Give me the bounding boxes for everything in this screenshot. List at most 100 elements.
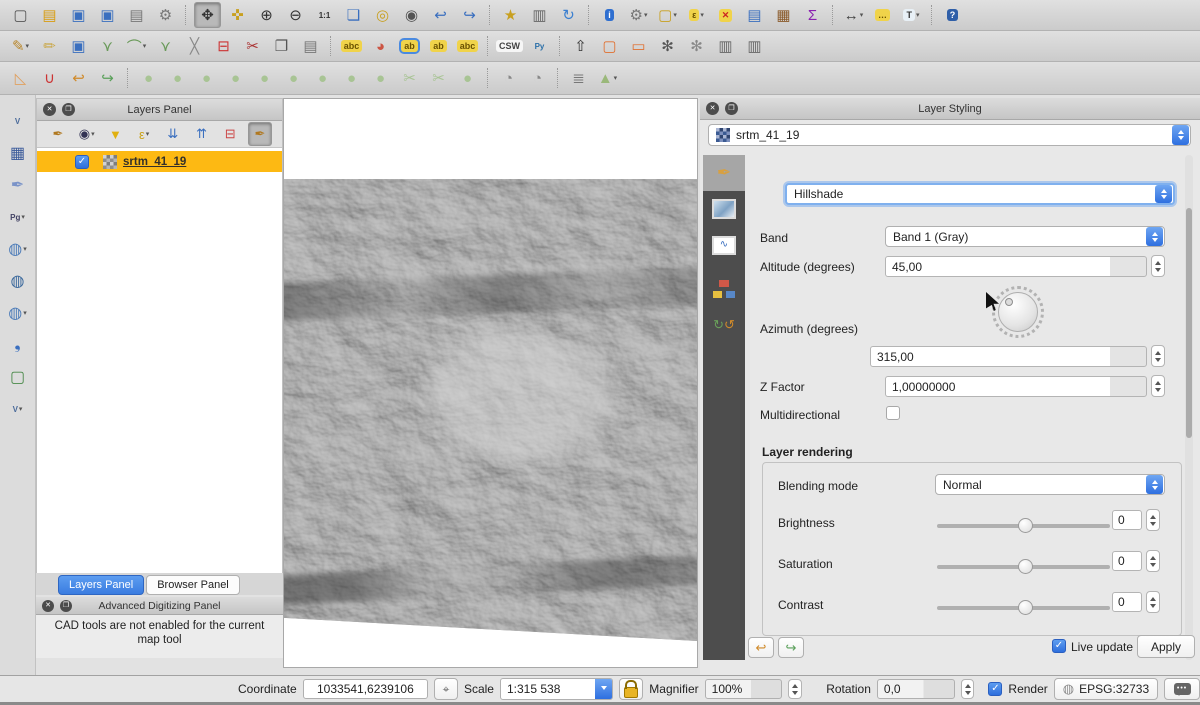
new-project-button[interactable]: ▢ — [8, 3, 33, 27]
render-checkbox[interactable]: ✓ — [988, 682, 1002, 696]
filter-by-expression-button[interactable]: ε▾ — [133, 123, 155, 145]
circular-digitize-button[interactable]: ⌒▾ — [124, 34, 149, 58]
altitude-stepper[interactable] — [1151, 255, 1165, 277]
python-console-button[interactable]: Py — [527, 34, 552, 58]
zoom-out-button[interactable]: ⊖ — [283, 3, 308, 27]
current-edits-button[interactable]: ✎▾ — [8, 34, 33, 58]
tab-histogram[interactable]: ∿ — [703, 227, 745, 263]
decorations-button[interactable]: ▲▾ — [595, 66, 620, 90]
close-icon[interactable]: ✕ — [706, 102, 719, 115]
styling-layer-select[interactable]: srtm_41_19 — [708, 124, 1191, 146]
add-wfs-layer-button[interactable]: ◍▾ — [5, 301, 30, 325]
annotation-arrow-button[interactable]: ⇧ — [568, 34, 593, 58]
add-raster-layer-button[interactable]: ▦ — [5, 141, 30, 165]
composer-manager-button[interactable]: ⚙ — [153, 3, 178, 27]
combo-spinner-icon[interactable] — [1146, 475, 1163, 494]
metasearch-csw-button[interactable]: CSW — [496, 34, 523, 58]
zoom-last-button[interactable]: ↩ — [428, 3, 453, 27]
toggle-editing-button[interactable]: ✏ — [37, 34, 62, 58]
form-annotation-button[interactable]: ▢ — [597, 34, 622, 58]
float-icon[interactable]: ❐ — [62, 103, 75, 116]
zfactor-stepper[interactable] — [1151, 375, 1165, 397]
add-virtual-layer-button[interactable]: ❟ — [5, 333, 30, 357]
zoom-native-button[interactable]: 1:1 — [312, 3, 337, 27]
crs-button[interactable]: ◍ EPSG:32733 — [1054, 678, 1158, 700]
live-update-checkbox[interactable]: ✓ — [1052, 639, 1066, 653]
zfactor-input[interactable]: 1,00000000 — [885, 376, 1147, 397]
open-layer-styling-button[interactable]: ✒ — [47, 123, 69, 145]
node-tool-button[interactable]: ╳ — [182, 34, 207, 58]
labeling-options-button[interactable]: ab — [397, 34, 422, 58]
redo-style-button[interactable]: ↪ — [778, 637, 804, 658]
measure-button[interactable]: ↔▾ — [841, 3, 866, 27]
contrast-value[interactable]: 0 — [1112, 592, 1142, 612]
filter-legend-button[interactable]: ▼ — [104, 123, 126, 145]
add-vector-layer-button[interactable]: V — [5, 109, 30, 133]
check-geometries-button[interactable]: ◔ — [496, 66, 521, 90]
zoom-to-layer-button[interactable]: ◎ — [370, 3, 395, 27]
open-project-button[interactable]: ▤ — [37, 3, 62, 27]
zoom-in-button[interactable]: ⊕ — [254, 3, 279, 27]
split-features-button[interactable]: ✂ — [397, 66, 422, 90]
style-wand-button[interactable]: ✻ — [655, 34, 680, 58]
close-icon[interactable]: ✕ — [43, 103, 56, 116]
tab-transparency[interactable] — [703, 191, 745, 227]
new-print-composer-button[interactable]: ▤ — [124, 3, 149, 27]
float-icon[interactable]: ❐ — [60, 600, 72, 612]
pan-to-selection-button[interactable]: ✜ — [225, 3, 250, 27]
brightness-slider[interactable] — [937, 524, 1110, 528]
azimuth-stepper[interactable] — [1151, 345, 1165, 367]
layer-labeling-button[interactable]: abc — [339, 34, 364, 58]
layer-styling-toggle-button[interactable]: ✒ — [248, 122, 272, 146]
style-doc-download-button[interactable]: ▥ — [713, 34, 738, 58]
tab-layers-panel[interactable]: Layers Panel — [58, 575, 144, 595]
select-features-button[interactable]: ▢▾ — [655, 3, 680, 27]
copy-features-button[interactable]: ❐ — [269, 34, 294, 58]
add-feature-button[interactable]: ⋎ — [95, 34, 120, 58]
messages-button[interactable]: ••• — [1164, 678, 1200, 700]
add-spatialite-layer-button[interactable]: ◍▾ — [5, 237, 30, 261]
save-project-as-button[interactable]: ▣ — [95, 3, 120, 27]
fill-ring-button[interactable]: ● — [252, 66, 277, 90]
cut-features-button[interactable]: ✂ — [240, 34, 265, 58]
magnifier-input[interactable]: 100% — [705, 679, 783, 699]
scale-lock-button[interactable] — [619, 678, 643, 700]
band-select[interactable]: Band 1 (Gray) — [885, 226, 1165, 247]
contrast-slider[interactable] — [937, 606, 1110, 610]
deselect-all-button[interactable]: ✕ — [713, 3, 738, 27]
brightness-stepper[interactable] — [1146, 509, 1160, 531]
contrast-stepper[interactable] — [1146, 591, 1160, 613]
undo-style-button[interactable]: ↩ — [748, 637, 774, 658]
brightness-value[interactable]: 0 — [1112, 510, 1142, 530]
remove-layer-button[interactable]: ⊟ — [219, 123, 241, 145]
delete-part-button[interactable]: ● — [310, 66, 335, 90]
rotation-stepper[interactable] — [961, 679, 975, 699]
save-layer-edits-button[interactable]: ▣ — [66, 34, 91, 58]
apply-button[interactable]: Apply — [1137, 635, 1195, 658]
delete-selected-button[interactable]: ⊟ — [211, 34, 236, 58]
layer-order-button[interactable]: ≣ — [566, 66, 591, 90]
add-part-button[interactable]: ● — [223, 66, 248, 90]
combo-spinner-icon[interactable] — [1172, 125, 1189, 145]
show-bookmarks-button[interactable]: ▥ — [527, 3, 552, 27]
add-ring-button[interactable]: ● — [194, 66, 219, 90]
reshape-features-button[interactable]: ● — [368, 66, 393, 90]
tab-history[interactable]: ↻↺ — [703, 307, 745, 343]
paste-features-button[interactable]: ▤ — [298, 34, 323, 58]
close-icon[interactable]: ✕ — [42, 600, 54, 612]
pan-map-button[interactable]: ✥ — [194, 2, 221, 28]
label-visibility-button[interactable]: abc — [455, 34, 480, 58]
merge-features-button[interactable]: ● — [455, 66, 480, 90]
renderer-select[interactable]: Hillshade — [785, 183, 1175, 205]
rotation-input[interactable]: 0,0 — [877, 679, 955, 699]
label-pin-button[interactable]: ab — [426, 34, 451, 58]
add-delimited-text-layer-button[interactable]: ✒ — [5, 173, 30, 197]
zoom-next-button[interactable]: ↪ — [457, 3, 482, 27]
add-wms-layer-button[interactable]: ◍ — [5, 269, 30, 293]
altitude-input[interactable]: 45,00 — [885, 256, 1147, 277]
expand-all-button[interactable]: ⇊ — [162, 123, 184, 145]
coordinate-input[interactable]: 1033541,6239106 — [303, 679, 428, 699]
statistics-abacus-button[interactable]: ▦ — [771, 3, 796, 27]
collapse-all-button[interactable]: ⇈ — [191, 123, 213, 145]
map-canvas[interactable] — [283, 98, 698, 668]
